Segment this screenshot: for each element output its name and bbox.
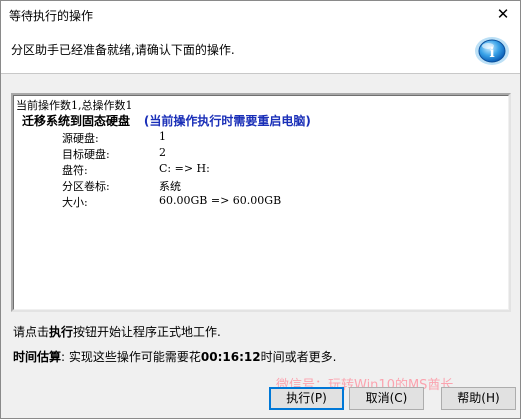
instruction-prefix: 请点击 <box>13 325 50 339</box>
operations-summary: 当前操作数1,总操作数1 <box>16 99 133 112</box>
estimate-time: 00:16:12 <box>200 350 261 364</box>
execute-button[interactable]: 执行(P) <box>269 387 344 410</box>
estimate-text-after: 时间或者更多. <box>260 350 337 364</box>
header-banner: 分区助手已经准备就绪,请确认下面的操作. i <box>1 29 520 74</box>
instruction-suffix: 按钮开始让程序正式地工作. <box>73 325 221 339</box>
instruction-bold: 执行 <box>49 325 74 339</box>
info-icon: i <box>475 37 509 65</box>
window-title: 等待执行的操作 <box>9 9 94 23</box>
operations-list[interactable]: 当前操作数1,总操作数1 迁移系统到固态硬盘 (当前操作执行时需要重启电脑) 源… <box>11 93 511 312</box>
detail-value-size: 60.00GB => 60.00GB <box>159 194 282 207</box>
operations-list-inner: 当前操作数1,总操作数1 迁移系统到固态硬盘 (当前操作执行时需要重启电脑) 源… <box>13 95 509 310</box>
detail-label-source-disk: 源硬盘: <box>62 132 99 145</box>
estimate-label: 时间估算 <box>13 350 62 364</box>
estimate-text-before: : 实现这些操作可能需要花 <box>61 350 201 364</box>
info-icon-glyph: i <box>489 45 494 61</box>
header-message: 分区助手已经准备就绪,请确认下面的操作. <box>11 43 235 57</box>
title-bar: 等待执行的操作 ✕ <box>1 1 520 29</box>
instruction-text: 请点击执行按钮开始让程序正式地工作. <box>13 323 221 340</box>
detail-label-size: 大小: <box>62 196 88 209</box>
pending-operations-dialog: 等待执行的操作 ✕ 分区助手已经准备就绪,请确认下面的操作. i 当前操作数1,… <box>0 0 521 419</box>
operation-item: 迁移系统到固态硬盘 (当前操作执行时需要重启电脑) <box>22 112 311 129</box>
close-icon[interactable]: ✕ <box>492 3 514 25</box>
help-button[interactable]: 帮助(H) <box>441 387 516 410</box>
cancel-button[interactable]: 取消(C) <box>349 387 424 410</box>
detail-value-target-disk: 2 <box>159 146 166 159</box>
detail-value-source-disk: 1 <box>159 130 166 143</box>
detail-label-volume-label: 分区卷标: <box>62 180 110 193</box>
time-estimate: 时间估算: 实现这些操作可能需要花00:16:12时间或者更多. <box>13 348 336 365</box>
detail-value-volume-label: 系统 <box>159 180 181 193</box>
detail-label-target-disk: 目标硬盘: <box>62 148 110 161</box>
detail-label-drive-letter: 盘符: <box>62 164 88 177</box>
detail-value-drive-letter: C: => H: <box>159 162 210 175</box>
operation-note: (当前操作执行时需要重启电脑) <box>143 114 311 128</box>
operation-title: 迁移系统到固态硬盘 <box>22 114 131 128</box>
